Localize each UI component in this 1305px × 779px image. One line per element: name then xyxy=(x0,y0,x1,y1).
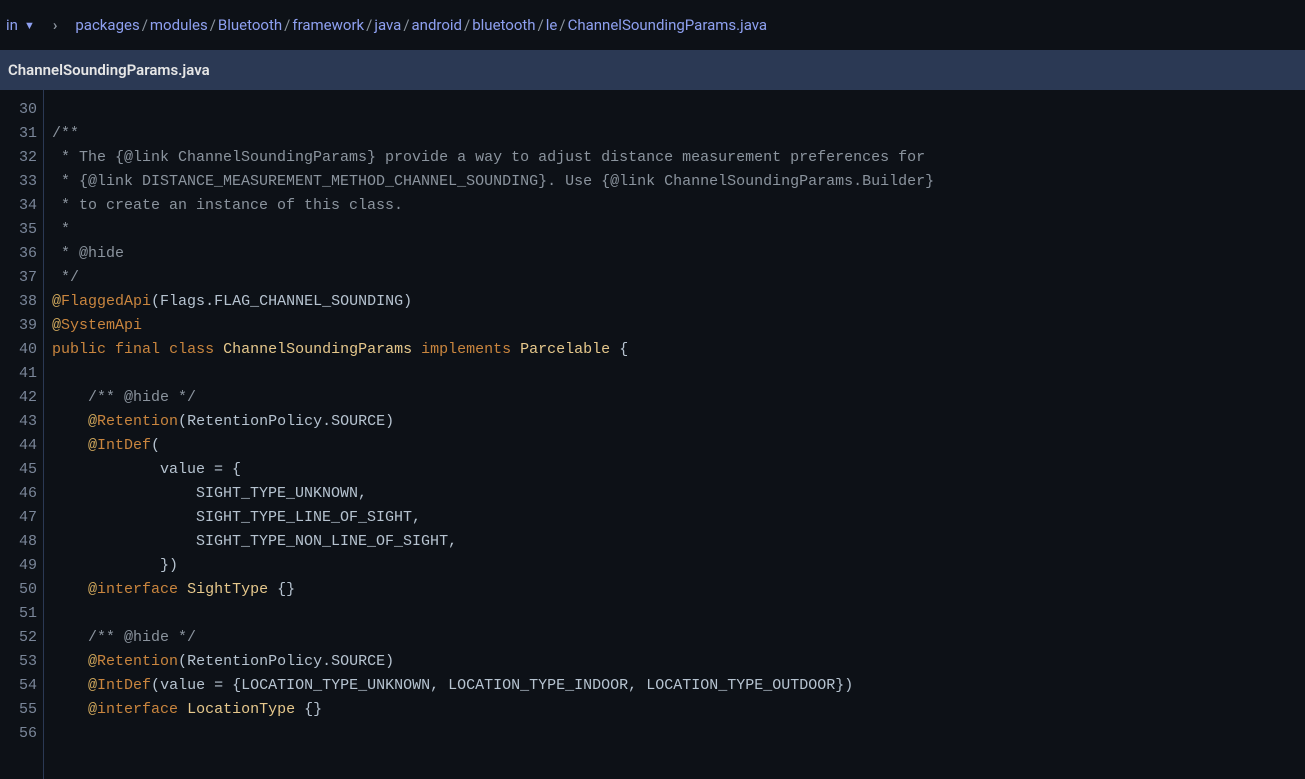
code-line[interactable]: SIGHT_TYPE_NON_LINE_OF_SIGHT, xyxy=(52,530,934,554)
branch-label: in xyxy=(6,16,18,34)
code-line[interactable]: @Retention(RetentionPolicy.SOURCE) xyxy=(52,650,934,674)
code-line[interactable] xyxy=(52,722,934,746)
line-number: 48 xyxy=(0,530,43,554)
line-number: 44 xyxy=(0,434,43,458)
code-line[interactable]: * {@link DISTANCE_MEASUREMENT_METHOD_CHA… xyxy=(52,170,934,194)
code-line[interactable]: SIGHT_TYPE_UNKNOWN, xyxy=(52,482,934,506)
breadcrumb-segment[interactable]: android xyxy=(412,16,463,34)
line-number: 39 xyxy=(0,314,43,338)
code-line[interactable]: value = { xyxy=(52,458,934,482)
code-line[interactable]: * @hide xyxy=(52,242,934,266)
line-number: 43 xyxy=(0,410,43,434)
line-number: 51 xyxy=(0,602,43,626)
code-line[interactable]: /** @hide */ xyxy=(52,386,934,410)
code-line[interactable]: SIGHT_TYPE_LINE_OF_SIGHT, xyxy=(52,506,934,530)
breadcrumb-segment[interactable]: Bluetooth xyxy=(218,16,282,34)
code-line[interactable]: * to create an instance of this class. xyxy=(52,194,934,218)
line-number: 54 xyxy=(0,674,43,698)
breadcrumb-segment[interactable]: le xyxy=(546,16,558,34)
code-line[interactable]: @IntDef( xyxy=(52,434,934,458)
breadcrumb-slash: / xyxy=(366,16,372,34)
breadcrumb-segment[interactable]: framework xyxy=(292,16,364,34)
code-line[interactable] xyxy=(52,362,934,386)
line-number: 45 xyxy=(0,458,43,482)
breadcrumb-separator-icon: › xyxy=(53,16,58,34)
breadcrumb-segment[interactable]: modules xyxy=(150,16,208,34)
line-number: 32 xyxy=(0,146,43,170)
code-line[interactable]: @interface SightType {} xyxy=(52,578,934,602)
line-number: 34 xyxy=(0,194,43,218)
line-number: 33 xyxy=(0,170,43,194)
breadcrumb: packages/modules/Bluetooth/framework/jav… xyxy=(75,16,767,34)
tab-bar: ChannelSoundingParams.java xyxy=(0,50,1305,90)
code-line[interactable]: @SystemApi xyxy=(52,314,934,338)
line-number: 56 xyxy=(0,722,43,746)
code-line[interactable]: @Retention(RetentionPolicy.SOURCE) xyxy=(52,410,934,434)
breadcrumb-segment[interactable]: bluetooth xyxy=(472,16,535,34)
breadcrumb-slash: / xyxy=(142,16,148,34)
code-line[interactable] xyxy=(52,602,934,626)
line-number: 41 xyxy=(0,362,43,386)
line-number: 40 xyxy=(0,338,43,362)
code-line[interactable]: /** @hide */ xyxy=(52,626,934,650)
breadcrumb-slash: / xyxy=(403,16,409,34)
topbar: in ▼ › packages/modules/Bluetooth/framew… xyxy=(0,0,1305,50)
code-editor: 3031323334353637383940414243444546474849… xyxy=(0,90,1305,779)
breadcrumb-slash: / xyxy=(464,16,470,34)
branch-selector[interactable]: in ▼ xyxy=(6,16,35,34)
code-line[interactable]: * The {@link ChannelSoundingParams} prov… xyxy=(52,146,934,170)
line-number: 47 xyxy=(0,506,43,530)
chevron-down-icon: ▼ xyxy=(24,19,35,32)
line-number: 50 xyxy=(0,578,43,602)
line-number: 30 xyxy=(0,98,43,122)
code-line[interactable]: * xyxy=(52,218,934,242)
line-number: 42 xyxy=(0,386,43,410)
breadcrumb-segment[interactable]: java xyxy=(374,16,401,34)
line-number: 46 xyxy=(0,482,43,506)
code-line[interactable]: public final class ChannelSoundingParams… xyxy=(52,338,934,362)
breadcrumb-slash: / xyxy=(284,16,290,34)
line-number-gutter: 3031323334353637383940414243444546474849… xyxy=(0,90,44,779)
code-line[interactable]: @FlaggedApi(Flags.FLAG_CHANNEL_SOUNDING) xyxy=(52,290,934,314)
code-line[interactable]: /** xyxy=(52,122,934,146)
line-number: 36 xyxy=(0,242,43,266)
breadcrumb-segment[interactable]: ChannelSoundingParams.java xyxy=(568,16,767,34)
line-number: 35 xyxy=(0,218,43,242)
code-line[interactable] xyxy=(52,98,934,122)
line-number: 38 xyxy=(0,290,43,314)
line-number: 53 xyxy=(0,650,43,674)
code-line[interactable]: @interface LocationType {} xyxy=(52,698,934,722)
line-number: 52 xyxy=(0,626,43,650)
line-number: 49 xyxy=(0,554,43,578)
breadcrumb-segment[interactable]: packages xyxy=(75,16,139,34)
file-tab[interactable]: ChannelSoundingParams.java xyxy=(8,61,210,79)
breadcrumb-slash: / xyxy=(538,16,544,34)
code-line[interactable]: @IntDef(value = {LOCATION_TYPE_UNKNOWN, … xyxy=(52,674,934,698)
code-content[interactable]: /** * The {@link ChannelSoundingParams} … xyxy=(44,90,934,779)
code-line[interactable]: */ xyxy=(52,266,934,290)
line-number: 31 xyxy=(0,122,43,146)
code-line[interactable]: }) xyxy=(52,554,934,578)
breadcrumb-slash: / xyxy=(559,16,565,34)
line-number: 37 xyxy=(0,266,43,290)
breadcrumb-slash: / xyxy=(210,16,216,34)
line-number: 55 xyxy=(0,698,43,722)
